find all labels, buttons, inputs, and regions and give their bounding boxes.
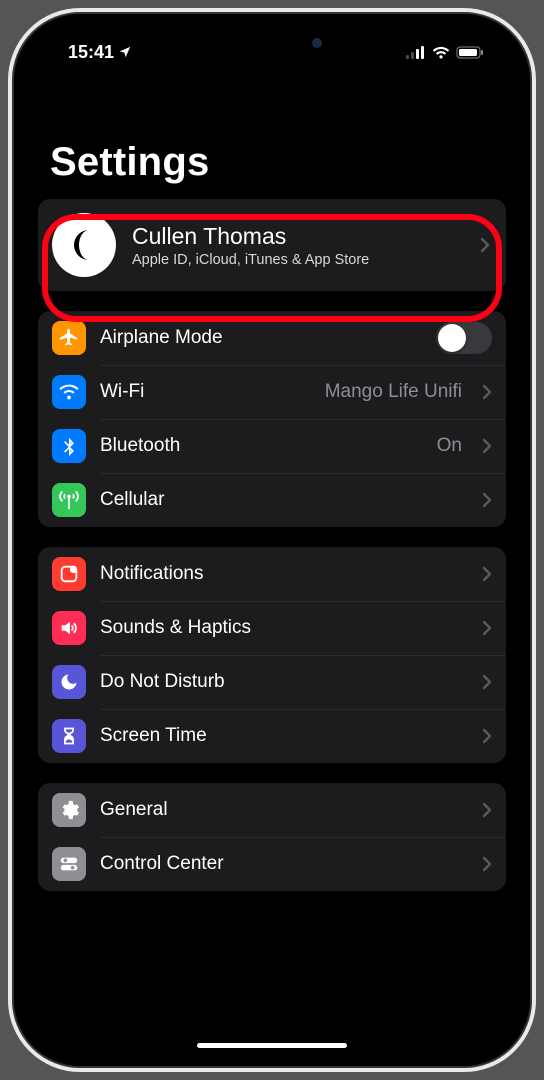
row-label: Control Center — [100, 853, 462, 875]
wifi-icon — [432, 46, 450, 59]
screen: 15:41 — [24, 24, 520, 1056]
content: Settings Cullen Thomas Apple ID, iCloud,… — [24, 80, 520, 1056]
settings-row-control-center[interactable]: Control Center — [38, 837, 506, 891]
chevron-right-icon — [480, 237, 490, 253]
row-label: Bluetooth — [100, 435, 423, 457]
cell-signal-icon — [406, 46, 426, 59]
chevron-right-icon — [482, 566, 492, 582]
row-label: Airplane Mode — [100, 327, 422, 349]
avatar — [52, 213, 116, 277]
settings-row-do-not-disturb[interactable]: Do Not Disturb — [38, 655, 506, 709]
status-time: 15:41 — [68, 42, 114, 63]
sounds-icon — [52, 611, 86, 645]
settings-row-screen-time[interactable]: Screen Time — [38, 709, 506, 763]
chevron-right-icon — [482, 492, 492, 508]
general-icon — [52, 793, 86, 827]
screentime-icon — [52, 719, 86, 753]
chevron-right-icon — [482, 384, 492, 400]
row-label: Wi-Fi — [100, 381, 311, 403]
chevron-right-icon — [482, 802, 492, 818]
home-indicator[interactable] — [197, 1043, 347, 1048]
row-value: Mango Life Unifi — [325, 381, 462, 403]
page-title: Settings — [50, 140, 520, 185]
dnd-icon — [52, 665, 86, 699]
toggle-switch[interactable] — [436, 322, 492, 354]
controlcenter-icon — [52, 847, 86, 881]
chevron-right-icon — [482, 620, 492, 636]
wifi-icon — [52, 375, 86, 409]
notch — [162, 24, 382, 58]
settings-row-notifications[interactable]: Notifications — [38, 547, 506, 601]
chevron-right-icon — [482, 438, 492, 454]
airplane-icon — [52, 321, 86, 355]
settings-row-wi-fi[interactable]: Wi-Fi Mango Life Unifi — [38, 365, 506, 419]
apple-id-name: Cullen Thomas — [132, 223, 458, 250]
settings-group: General Control Center — [38, 783, 506, 891]
settings-row-bluetooth[interactable]: Bluetooth On — [38, 419, 506, 473]
chevron-right-icon — [482, 856, 492, 872]
apple-id-row[interactable]: Cullen Thomas Apple ID, iCloud, iTunes &… — [38, 199, 506, 291]
row-label: Notifications — [100, 563, 462, 585]
battery-icon — [456, 46, 484, 59]
row-label: Screen Time — [100, 725, 462, 747]
cellular-icon — [52, 483, 86, 517]
settings-row-cellular[interactable]: Cellular — [38, 473, 506, 527]
settings-row-sounds-haptics[interactable]: Sounds & Haptics — [38, 601, 506, 655]
chevron-right-icon — [482, 728, 492, 744]
location-icon — [118, 45, 132, 59]
row-value: On — [437, 435, 462, 457]
row-label: Do Not Disturb — [100, 671, 462, 693]
settings-group: Notifications Sounds & Haptics Do Not Dist… — [38, 547, 506, 763]
row-label: Cellular — [100, 489, 462, 511]
row-label: Sounds & Haptics — [100, 617, 462, 639]
settings-group: Airplane Mode Wi-Fi Mango Life Unifi Blueto… — [38, 311, 506, 527]
bluetooth-icon — [52, 429, 86, 463]
settings-row-general[interactable]: General — [38, 783, 506, 837]
notifications-icon — [52, 557, 86, 591]
row-label: General — [100, 799, 462, 821]
device-frame: 15:41 — [8, 8, 536, 1072]
settings-row-airplane-mode[interactable]: Airplane Mode — [38, 311, 506, 365]
chevron-right-icon — [482, 674, 492, 690]
apple-id-group: Cullen Thomas Apple ID, iCloud, iTunes &… — [38, 199, 506, 291]
apple-id-subtitle: Apple ID, iCloud, iTunes & App Store — [132, 252, 458, 268]
